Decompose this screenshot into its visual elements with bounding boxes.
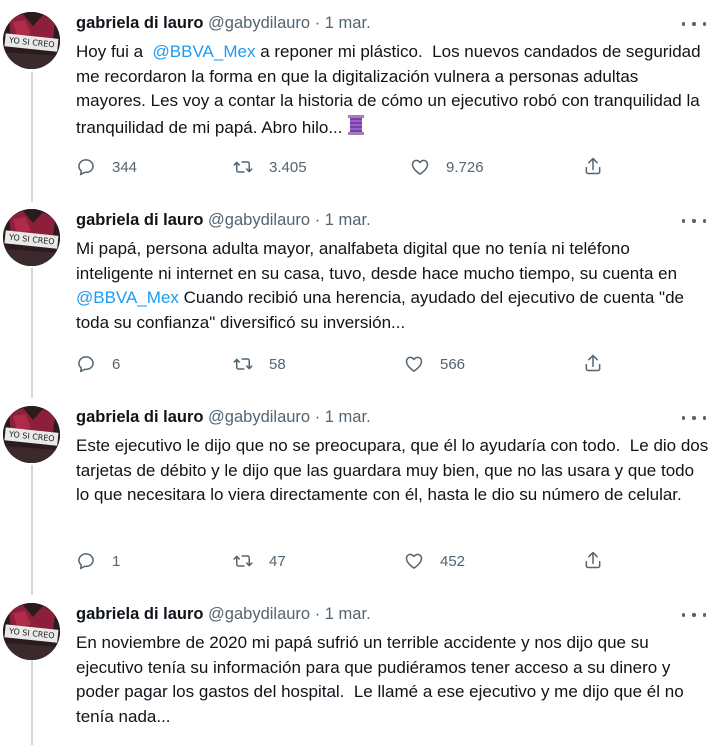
tweet[interactable]: YO SI CREO gabriela di lauro @gabydilaur… <box>0 591 714 745</box>
tweet-text: Hoy fui a @BBVA_Mex a reponer mi plástic… <box>76 40 712 143</box>
display-name[interactable]: gabriela di lauro <box>76 408 203 426</box>
heart-icon <box>405 356 423 372</box>
tweet[interactable]: YO SI CREO gabriela di lauro @gabydilaur… <box>0 394 714 590</box>
tweet-text: Este ejecutivo le dijo que no se preocup… <box>76 434 712 508</box>
like-button[interactable]: 452 <box>404 550 465 572</box>
retweet-icon <box>233 161 253 173</box>
like-button[interactable]: 566 <box>404 353 465 375</box>
tweet-header: gabriela di lauro @gabydilauro · 1 mar. <box>76 12 371 34</box>
avatar-image: YO SI CREO <box>3 406 60 463</box>
like-count: 566 <box>440 355 466 373</box>
retweet-count: 58 <box>269 355 286 373</box>
thread-spool-icon <box>347 114 365 144</box>
reply-icon <box>78 356 94 373</box>
tweet-actions: 1 47 452 <box>76 550 636 572</box>
reply-count: 6 <box>112 355 121 373</box>
tweet-date[interactable]: 1 mar. <box>325 408 371 426</box>
tweet[interactable]: YO SI CREO gabriela di lauro @gabydilaur… <box>0 197 714 393</box>
share-icon <box>585 157 601 175</box>
heart-icon <box>405 553 423 569</box>
heart-icon <box>411 159 429 175</box>
reply-button[interactable]: 6 <box>76 353 120 375</box>
tweet-date[interactable]: 1 mar. <box>325 14 371 32</box>
retweet-button[interactable]: 47 <box>233 550 286 572</box>
retweet-icon <box>233 358 253 370</box>
tweet-text-part: Mi papá, persona adulta mayor, analfabet… <box>76 239 682 283</box>
tweet-text-part: Hoy fui a <box>76 42 153 61</box>
share-button[interactable] <box>583 156 603 181</box>
avatar-image: YO SI CREO <box>3 12 60 69</box>
retweet-icon <box>233 555 253 567</box>
tweet-actions: 344 3.405 9.726 <box>76 156 636 178</box>
more-options-icon[interactable] <box>682 607 706 623</box>
retweet-button[interactable]: 58 <box>233 353 286 375</box>
more-options-icon[interactable] <box>682 410 706 426</box>
reply-count: 1 <box>112 552 121 570</box>
avatar[interactable]: YO SI CREO <box>3 209 60 266</box>
user-handle[interactable]: @gabydilauro <box>208 408 310 426</box>
avatar[interactable]: YO SI CREO <box>3 603 60 660</box>
reply-button[interactable]: 1 <box>76 550 120 572</box>
tweet-date[interactable]: 1 mar. <box>325 605 371 623</box>
avatar-image: YO SI CREO <box>3 209 60 266</box>
reply-icon <box>78 159 94 176</box>
tweet-header: gabriela di lauro @gabydilauro · 1 mar. <box>76 209 371 231</box>
reply-button[interactable]: 344 <box>76 156 137 178</box>
more-options-icon[interactable] <box>682 213 706 229</box>
separator: · <box>314 408 321 426</box>
display-name[interactable]: gabriela di lauro <box>76 14 203 32</box>
retweet-count: 47 <box>269 552 286 570</box>
tweet-header: gabriela di lauro @gabydilauro · 1 mar. <box>76 603 371 625</box>
tweet-header: gabriela di lauro @gabydilauro · 1 mar. <box>76 406 371 428</box>
user-handle[interactable]: @gabydilauro <box>208 211 310 229</box>
retweet-count: 3.405 <box>269 158 307 176</box>
display-name[interactable]: gabriela di lauro <box>76 211 203 229</box>
tweet-date[interactable]: 1 mar. <box>325 211 371 229</box>
avatar[interactable]: YO SI CREO <box>3 406 60 463</box>
retweet-button[interactable]: 3.405 <box>233 156 307 178</box>
separator: · <box>314 605 321 623</box>
mention-link[interactable]: @BBVA_Mex <box>76 288 179 307</box>
share-icon <box>585 551 601 569</box>
display-name[interactable]: gabriela di lauro <box>76 605 203 623</box>
user-handle[interactable]: @gabydilauro <box>208 14 310 32</box>
tweet[interactable]: YO SI CREO gabriela di lauro @gabydilaur… <box>0 0 714 196</box>
tweet-text: Mi papá, persona adulta mayor, analfabet… <box>76 237 712 335</box>
reply-count: 344 <box>112 158 138 176</box>
like-count: 452 <box>440 552 466 570</box>
user-handle[interactable]: @gabydilauro <box>208 605 310 623</box>
avatar[interactable]: YO SI CREO <box>3 12 60 69</box>
separator: · <box>314 14 321 32</box>
tweet-text-part: Este ejecutivo le dijo que no se preocup… <box>76 436 713 504</box>
share-button[interactable] <box>583 550 603 575</box>
more-options-icon[interactable] <box>682 16 706 32</box>
like-button[interactable]: 9.726 <box>410 156 484 178</box>
avatar-image: YO SI CREO <box>3 603 60 660</box>
tweet-text: En noviembre de 2020 mi papá sufrió un t… <box>76 631 712 729</box>
tweet-text-part: En noviembre de 2020 mi papá sufrió un t… <box>76 633 689 726</box>
mention-link[interactable]: @BBVA_Mex <box>153 42 256 61</box>
share-button[interactable] <box>583 353 603 378</box>
reply-icon <box>78 553 94 570</box>
like-count: 9.726 <box>446 158 484 176</box>
separator: · <box>314 211 321 229</box>
share-icon <box>585 354 601 372</box>
tweet-actions: 6 58 566 <box>76 353 636 375</box>
